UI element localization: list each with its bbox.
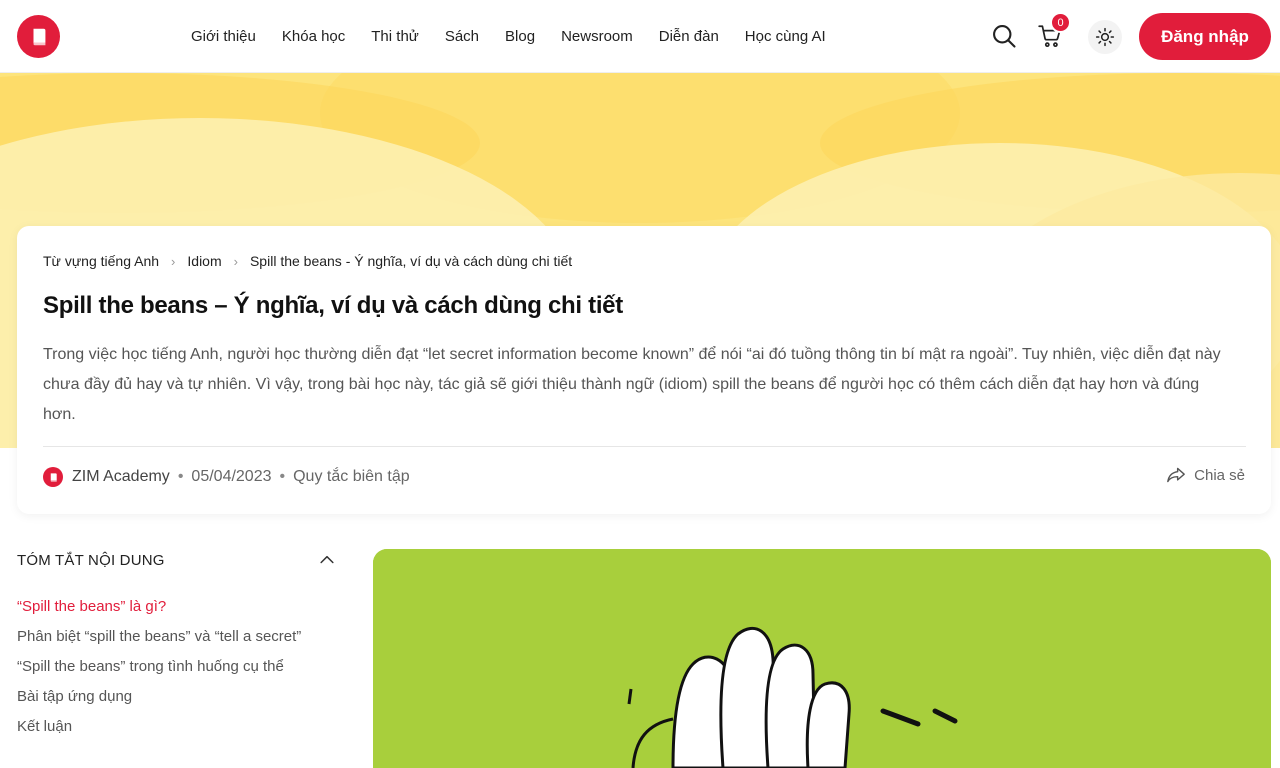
chevron-up-icon <box>320 555 334 564</box>
toc-title: TÓM TẮT NỘI DUNG <box>17 551 165 569</box>
share-label: Chia sẻ <box>1194 466 1245 484</box>
nav-courses[interactable]: Khóa học <box>269 28 358 45</box>
table-of-contents: TÓM TẮT NỘI DUNG “Spill the beans” là gì… <box>17 550 339 747</box>
nav-newsroom[interactable]: Newsroom <box>548 28 646 45</box>
toc-toggle[interactable]: TÓM TẮT NỘI DUNG <box>17 550 339 570</box>
toc-item-situations[interactable]: “Spill the beans” trong tình huống cụ th… <box>17 657 339 687</box>
main-nav: Giới thiệu Khóa học Thi thử Sách Blog Ne… <box>178 0 839 73</box>
breadcrumb-current[interactable]: Spill the beans - Ý nghĩa, ví dụ và cách… <box>250 253 572 269</box>
article-title: Spill the beans – Ý nghĩa, ví dụ và cách… <box>43 292 623 319</box>
divider <box>43 446 1246 447</box>
sun-icon <box>1095 27 1115 47</box>
toc-item-conclusion[interactable]: Kết luận <box>17 717 339 747</box>
editorial-rules-link[interactable]: Quy tắc biên tập <box>293 468 410 486</box>
toc-item-what-is[interactable]: “Spill the beans” là gì? <box>17 597 339 627</box>
nav-about[interactable]: Giới thiệu <box>178 28 269 45</box>
login-button[interactable]: Đăng nhập <box>1139 13 1271 60</box>
nav-mock-test[interactable]: Thi thử <box>358 28 432 45</box>
separator-dot: • <box>177 468 184 485</box>
publish-date: 05/04/2023 <box>191 468 272 485</box>
breadcrumb: Từ vựng tiếng Anh › Idiom › Spill the be… <box>43 253 572 269</box>
book-icon <box>50 472 57 482</box>
toc-item-compare[interactable]: Phân biệt “spill the beans” và “tell a s… <box>17 627 339 657</box>
toc-item-exercises[interactable]: Bài tập ứng dụng <box>17 687 339 717</box>
chevron-right-icon: › <box>171 253 176 269</box>
nav-blog[interactable]: Blog <box>492 28 548 45</box>
breadcrumb-vocabulary[interactable]: Từ vựng tiếng Anh <box>43 253 159 269</box>
search-button[interactable] <box>988 20 1020 52</box>
breadcrumb-idiom[interactable]: Idiom <box>187 253 221 269</box>
share-button[interactable]: Chia sẻ <box>1166 466 1245 484</box>
hand-illustration <box>373 549 1271 768</box>
toc-list: “Spill the beans” là gì? Phân biệt “spil… <box>17 597 339 747</box>
share-icon <box>1167 467 1186 483</box>
article-meta: ZIM Academy • 05/04/2023 • Quy tắc biên … <box>43 466 410 488</box>
nav-learn-with-ai[interactable]: Học cùng AI <box>732 28 839 45</box>
book-icon <box>33 28 45 45</box>
feature-image <box>373 549 1271 768</box>
nav-forum[interactable]: Diễn đàn <box>646 28 732 45</box>
site-logo[interactable] <box>17 15 60 58</box>
article-intro: Trong việc học tiếng Anh, người học thườ… <box>43 346 1221 423</box>
chevron-right-icon: › <box>233 253 238 269</box>
nav-books[interactable]: Sách <box>432 28 492 45</box>
author-link[interactable]: ZIM Academy <box>72 468 170 486</box>
separator-dot: • <box>279 468 286 485</box>
site-header: Giới thiệu Khóa học Thi thử Sách Blog Ne… <box>0 0 1280 73</box>
search-icon <box>993 25 1016 48</box>
theme-toggle-button[interactable] <box>1088 20 1122 54</box>
cart-count-badge: 0 <box>1050 12 1071 33</box>
article-header-card: Từ vựng tiếng Anh › Idiom › Spill the be… <box>17 226 1271 514</box>
author-avatar <box>43 467 63 487</box>
